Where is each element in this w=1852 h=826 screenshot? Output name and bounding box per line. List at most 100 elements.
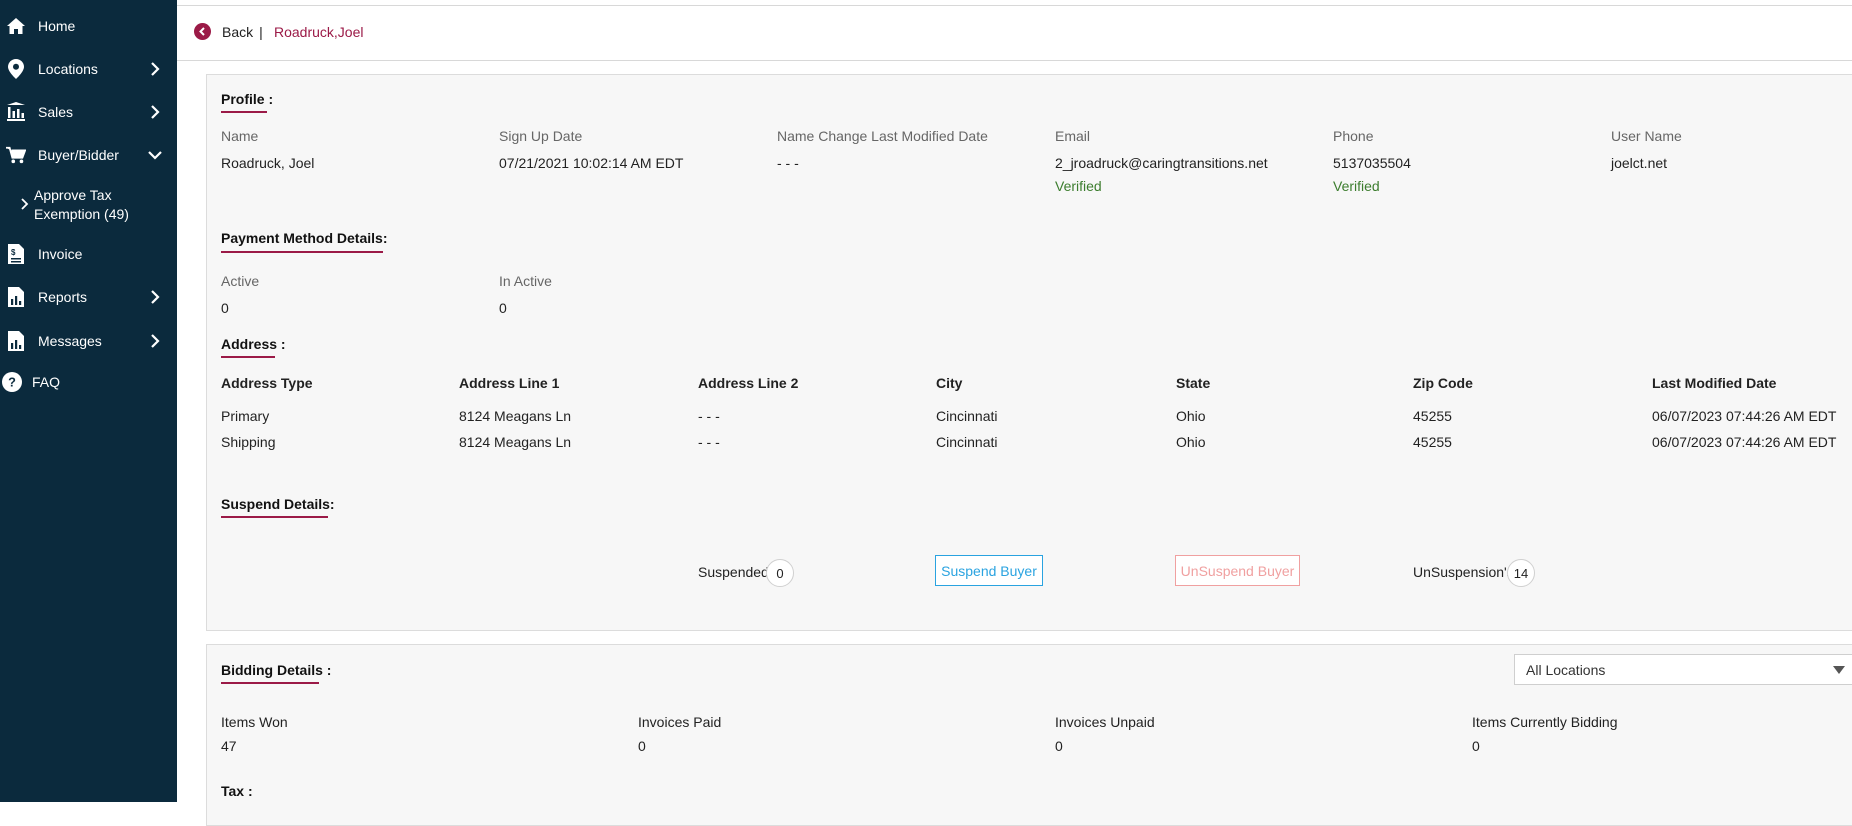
- section-underline: [221, 356, 275, 358]
- unsuspensions-label: UnSuspension's: [1413, 564, 1514, 580]
- location-pin-icon: [6, 59, 26, 79]
- payment-inactive-label: In Active: [499, 273, 552, 289]
- messages-icon: [6, 331, 26, 351]
- payment-inactive-value: 0: [499, 300, 507, 316]
- signup-date-label: Sign Up Date: [499, 128, 583, 144]
- name-label: Name: [221, 128, 259, 144]
- sidebar-item-faq[interactable]: ? FAQ: [0, 362, 177, 402]
- table-cell: 8124 Meagans Ln: [459, 434, 572, 450]
- payment-active-label: Active: [221, 273, 260, 289]
- breadcrumb-separator: |: [259, 23, 263, 40]
- page-header: Back | Roadruck,Joel: [177, 5, 1852, 61]
- cart-icon: [6, 145, 26, 165]
- sidebar-item-label: Buyer/Bidder: [38, 147, 119, 163]
- suspended-count-badge: 0: [766, 559, 794, 587]
- back-button[interactable]: Back |: [194, 23, 263, 40]
- sidebar-item-label: Messages: [38, 333, 102, 349]
- sidebar-item-buyer-bidder[interactable]: Buyer/Bidder: [0, 135, 177, 175]
- unsuspensions-count-badge: 14: [1507, 559, 1535, 587]
- items-currently-bidding-label: Items Currently Bidding: [1472, 714, 1618, 730]
- section-underline: [221, 251, 383, 253]
- address-col-header: City: [936, 375, 963, 391]
- table-cell: - - -: [698, 408, 720, 424]
- sidebar-item-label: Invoice: [38, 246, 83, 262]
- address-col-header: Address Type: [221, 375, 313, 391]
- table-cell: Shipping: [221, 434, 276, 450]
- question-icon: ?: [2, 372, 22, 392]
- table-cell: Ohio: [1176, 408, 1206, 424]
- invoices-paid-value: 0: [638, 738, 646, 754]
- sidebar-item-reports[interactable]: Reports: [0, 277, 177, 317]
- items-won-label: Items Won: [221, 714, 288, 730]
- signup-date-value: 07/21/2021 10:02:14 AM EDT: [499, 155, 684, 171]
- sidebar-item-label: Sales: [38, 104, 74, 120]
- dropdown-arrow-icon: [1833, 666, 1845, 674]
- invoices-paid-label: Invoices Paid: [638, 714, 722, 730]
- section-underline: [221, 682, 319, 684]
- tax-section-title: Tax :: [221, 783, 253, 799]
- sidebar-item-label: Home: [38, 18, 76, 34]
- invoice-icon: $: [6, 244, 26, 264]
- address-col-header: Last Modified Date: [1652, 375, 1777, 391]
- sidebar-subitem-approve-tax-exemption[interactable]: Approve Tax Exemption (49): [0, 182, 177, 228]
- suspend-section-title: Suspend Details:: [221, 496, 335, 512]
- table-cell: 8124 Meagans Ln: [459, 408, 572, 424]
- table-cell: Cincinnati: [936, 434, 998, 450]
- address-col-header: Zip Code: [1413, 375, 1473, 391]
- address-col-header: Address Line 2: [698, 375, 799, 391]
- section-underline: [221, 516, 328, 518]
- sidebar-item-invoice[interactable]: $ Invoice: [0, 234, 177, 274]
- sidebar-item-locations[interactable]: Locations: [0, 49, 177, 89]
- chevron-right-icon: [151, 62, 160, 76]
- table-cell: 45255: [1413, 434, 1452, 450]
- items-won-value: 47: [221, 738, 237, 754]
- sidebar: Home Locations Sales Buyer/Bidder Approv…: [0, 0, 177, 802]
- email-label: Email: [1055, 128, 1091, 144]
- chevron-right-icon: [21, 198, 29, 210]
- invoices-unpaid-value: 0: [1055, 738, 1063, 754]
- address-col-header: Address Line 1: [459, 375, 560, 391]
- email-value: 2_jroadruck@caringtransitions.net: [1055, 155, 1268, 171]
- unsuspend-buyer-button[interactable]: UnSuspend Buyer: [1175, 555, 1300, 586]
- svg-text:$: $: [11, 248, 16, 257]
- payment-section-title: Payment Method Details:: [221, 230, 388, 246]
- subitem-label-line1: Approve Tax: [34, 187, 112, 203]
- table-cell: 45255: [1413, 408, 1452, 424]
- name-value: Roadruck, Joel: [221, 155, 315, 171]
- reports-icon: [6, 287, 26, 307]
- table-cell: - - -: [698, 434, 720, 450]
- back-label: Back: [222, 23, 254, 40]
- sidebar-item-home[interactable]: Home: [0, 6, 177, 46]
- name-change-date-label: Name Change Last Modified Date: [777, 128, 988, 144]
- sidebar-item-messages[interactable]: Messages: [0, 321, 177, 361]
- table-cell: 06/07/2023 07:44:26 AM EDT: [1652, 434, 1837, 450]
- payment-active-value: 0: [221, 300, 229, 316]
- phone-value: 5137035504: [1333, 155, 1411, 171]
- svg-text:?: ?: [8, 375, 16, 390]
- location-filter-value: All Locations: [1526, 662, 1606, 678]
- phone-label: Phone: [1333, 128, 1374, 144]
- suspended-label: Suspended: [698, 564, 769, 580]
- back-arrow-icon: [194, 23, 211, 40]
- location-filter-select[interactable]: All Locations: [1514, 654, 1852, 685]
- sidebar-subitem-label: Approve Tax Exemption (49): [34, 186, 164, 224]
- phone-verified-status: Verified: [1333, 178, 1380, 194]
- profile-panel: [206, 74, 1852, 631]
- chevron-right-icon: [151, 105, 160, 119]
- sidebar-item-sales[interactable]: Sales: [0, 92, 177, 132]
- name-change-date-value: - - -: [777, 155, 799, 171]
- sidebar-item-label: FAQ: [32, 374, 61, 390]
- sidebar-item-label: Locations: [38, 61, 98, 77]
- chevron-right-icon: [151, 290, 160, 304]
- address-section-title: Address :: [221, 336, 286, 352]
- table-cell: Primary: [221, 408, 270, 424]
- table-cell: 06/07/2023 07:44:26 AM EDT: [1652, 408, 1837, 424]
- chevron-down-icon: [148, 151, 162, 160]
- sales-icon: [6, 102, 26, 122]
- username-value: joelct.net: [1611, 155, 1668, 171]
- username-label: User Name: [1611, 128, 1682, 144]
- suspend-buyer-button[interactable]: Suspend Buyer: [935, 555, 1043, 586]
- home-icon: [6, 16, 26, 36]
- table-cell: Ohio: [1176, 434, 1206, 450]
- breadcrumb-buyer-name: Roadruck,Joel: [274, 24, 364, 40]
